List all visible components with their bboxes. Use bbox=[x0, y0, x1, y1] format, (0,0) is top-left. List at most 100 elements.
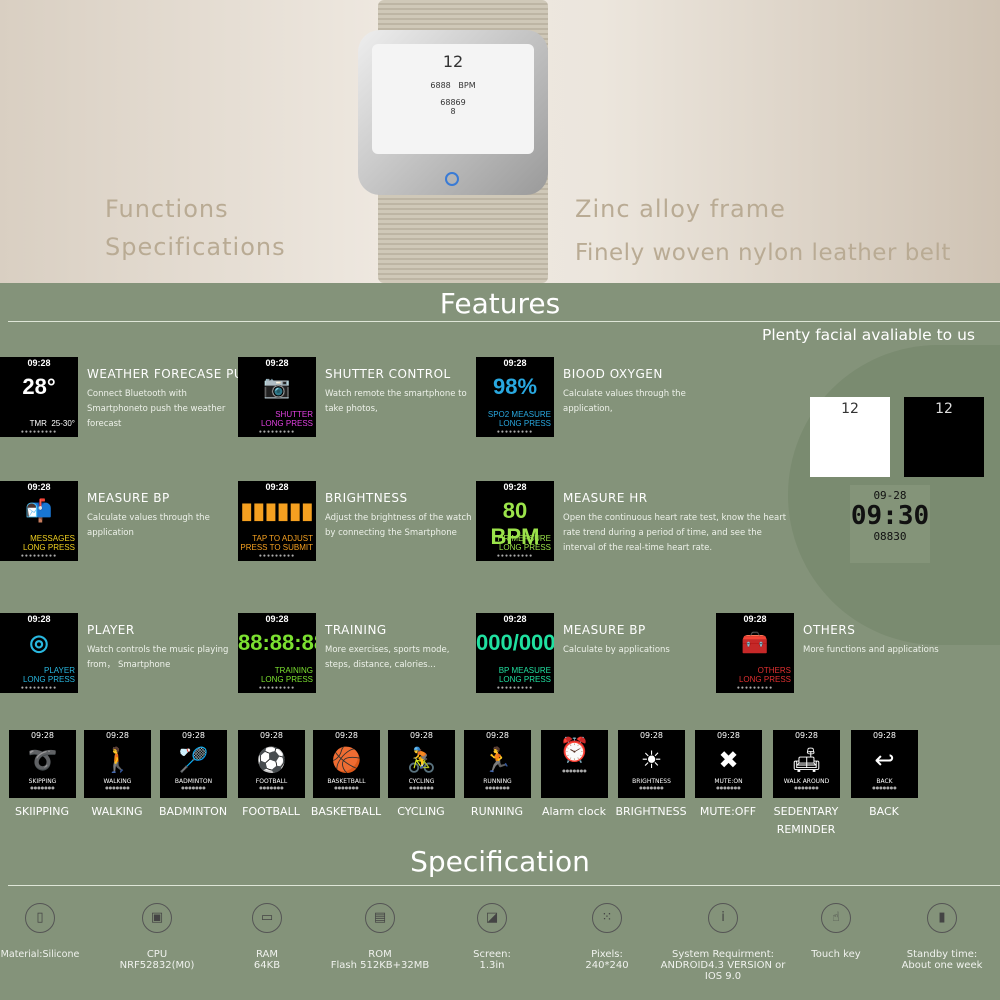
banner-text: Zinc alloy frame bbox=[575, 195, 786, 223]
facial-caption: Plenty facial avaliable to us bbox=[762, 326, 975, 344]
spec-text: Pixels: bbox=[591, 949, 623, 960]
sport-icon: ↩ bbox=[874, 746, 895, 774]
feature-description: Calculate values through the application bbox=[87, 513, 210, 538]
banner-text: Finely woven nylon leather belt bbox=[575, 240, 951, 266]
sport-label: MUTE:OFF bbox=[699, 805, 757, 818]
spec-text: Material:Silicone bbox=[0, 949, 80, 960]
feature-title: MEASURE BP bbox=[563, 623, 646, 637]
spec-item: ☝ Touch key bbox=[778, 903, 894, 960]
feature-description: Open the continuous heart rate test, kno… bbox=[563, 513, 787, 553]
sport-screen: ⏰ ●●●●●●● bbox=[541, 730, 608, 798]
sport-screen: 09:28 🚶 WALKING ●●●●●●● bbox=[84, 730, 151, 798]
rom-icon: ▤ bbox=[365, 903, 395, 933]
sport-label: RUNNING bbox=[470, 805, 524, 818]
spec-item: i System Requirment: ANDROID4.3 VERSION o… bbox=[658, 903, 788, 982]
sport-label: BADMINTON bbox=[158, 805, 228, 818]
banner-text: Functions bbox=[105, 195, 229, 223]
sport-icon: 🏸 bbox=[178, 746, 209, 774]
dial-sub: 8 bbox=[450, 107, 456, 116]
spec-text: About one week bbox=[901, 960, 983, 971]
pixels-icon: ⁙ bbox=[592, 903, 622, 933]
info-icon: i bbox=[708, 903, 738, 933]
battery-icon: ▮ bbox=[927, 903, 957, 933]
sport-screen: 09:28 ⚽ FOOTBALL ●●●●●●● bbox=[238, 730, 305, 798]
spec-text: ANDROID4.3 VERSION or bbox=[660, 960, 786, 971]
spec-item: ▤ ROM Flash 512KB+32MB bbox=[322, 903, 438, 971]
sport-screen: 09:28 🏸 BADMINTON ●●●●●●● bbox=[160, 730, 227, 798]
sport-label: WALKING bbox=[91, 805, 143, 818]
feature-description: More exercises, sports mode, steps, dist… bbox=[325, 645, 450, 670]
watch-button bbox=[445, 172, 459, 186]
feature-title: OTHERS bbox=[803, 623, 856, 637]
spec-text: 240*240 bbox=[585, 960, 629, 971]
banner-text: Specifications bbox=[105, 233, 286, 261]
spec-item: ▯ Material:Silicone bbox=[0, 903, 80, 960]
divider bbox=[8, 321, 1000, 322]
touch-icon: ☝ bbox=[821, 903, 851, 933]
sport-screen: 09:28 🛋 WALK AROUND ●●●●●●● bbox=[773, 730, 840, 798]
feature-screen: 09:28 98% SPO2 MEASURE LONG PRESS ●●●●●●… bbox=[476, 357, 554, 437]
feature-screen: 09:28 88:88:88 TRAINING LONG PRESS ●●●●●… bbox=[238, 613, 316, 693]
sport-label: SKIIPPING bbox=[15, 805, 69, 818]
divider bbox=[8, 885, 1000, 886]
feature-title: MEASURE HR bbox=[563, 491, 648, 505]
spec-text: 64KB bbox=[253, 960, 281, 971]
feature-description: Calculate by applications bbox=[563, 645, 670, 655]
spec-item: ▣ CPU NRF52832(M0) bbox=[99, 903, 215, 971]
sport-screen: 09:28 ☀ BRIGHTNESS ●●●●●●● bbox=[618, 730, 685, 798]
sport-label: SEDENTARY REMINDER bbox=[773, 805, 839, 836]
feature-screen: 09:28 ◎ PLAYER LONG PRESS ●●●●●●●●● bbox=[0, 613, 78, 693]
spec-text: Standby time: bbox=[906, 949, 978, 960]
feature-screen: 09:28 28° TMR 25-30° ●●●●●●●●● bbox=[0, 357, 78, 437]
sport-icon: 🚶 bbox=[102, 746, 133, 774]
sport-label: CYCLING bbox=[397, 805, 445, 818]
feature-title: SHUTTER CONTROL bbox=[325, 367, 451, 381]
feature-title: BIOOD OXYGEN bbox=[563, 367, 663, 381]
features-title: Features bbox=[439, 287, 561, 320]
dial-sub: BPM bbox=[458, 81, 476, 90]
feature-description: Watch controls the music playing from， S… bbox=[87, 645, 229, 670]
sport-icon: 🏀 bbox=[331, 746, 362, 774]
spec-text: NRF52832(M0) bbox=[119, 960, 195, 971]
watch-face-black: 12 bbox=[904, 397, 984, 477]
material-icon: ▯ bbox=[25, 903, 55, 933]
sport-icon: 🛋 bbox=[791, 746, 822, 774]
sport-icon: ⏰ bbox=[559, 736, 590, 764]
feature-title: MEASURE BP bbox=[87, 491, 170, 505]
sport-label: BASKETBALL bbox=[310, 805, 382, 818]
sport-label: Alarm clock bbox=[541, 805, 607, 818]
sport-screen: 09:28 🚴 CYCLING ●●●●●●● bbox=[388, 730, 455, 798]
feature-description: Watch remote the smartphone to take phot… bbox=[325, 389, 467, 414]
sport-label: FOOTBALL bbox=[242, 805, 300, 818]
spec-text: Flash 512KB+32MB bbox=[330, 960, 430, 971]
feature-screen: 09:28 ▮▮▮▮▮▮ TAP TO ADJUST LONG PRESS TO… bbox=[238, 481, 316, 561]
sport-label: BRIGHTNESS bbox=[615, 805, 687, 818]
feature-screen: 09:28 🧰 OTHERS LONG PRESS ●●●●●●●●● bbox=[716, 613, 794, 693]
feature-description: More functions and applications bbox=[803, 645, 939, 655]
sport-label: BACK bbox=[869, 805, 899, 818]
cpu-icon: ▣ bbox=[142, 903, 172, 933]
spec-text: Screen: bbox=[473, 949, 511, 960]
watch-image: 12 6888 BPM 68869 8 bbox=[358, 30, 548, 195]
watch-face-digital: 09-28 09:30 08830 bbox=[850, 485, 930, 563]
sport-icon: ☀ bbox=[640, 746, 663, 774]
spec-text: 1.3in bbox=[479, 960, 505, 971]
feature-title: BRIGHTNESS bbox=[325, 491, 408, 505]
sport-screen: 09:28 🏃 RUNNING ●●●●●●● bbox=[464, 730, 531, 798]
sport-screen: 09:28 🏀 BASKETBALL ●●●●●●● bbox=[313, 730, 380, 798]
spec-text: RAM bbox=[255, 949, 278, 960]
dial-sub: 6888 bbox=[430, 81, 451, 90]
feature-screen: 09:28 80 BPM HR MEASURE LONG PRESS ●●●●●… bbox=[476, 481, 554, 561]
ram-icon: ▭ bbox=[252, 903, 282, 933]
sport-screen: 09:28 ↩ BACK ●●●●●●● bbox=[851, 730, 918, 798]
feature-title: PLAYER bbox=[87, 623, 135, 637]
sport-icon: ➰ bbox=[27, 746, 58, 774]
feature-title: WEATHER FORECASE PUSH bbox=[87, 367, 261, 381]
dial-number: 12 bbox=[442, 52, 464, 71]
product-banner: 12 6888 BPM 68869 8 Functions Specificat… bbox=[0, 0, 1000, 283]
specification-title: Specification bbox=[410, 845, 590, 878]
watch-dial: 12 6888 BPM 68869 8 bbox=[372, 44, 534, 154]
sport-icon: 🚴 bbox=[406, 746, 437, 774]
spec-item: ▭ RAM 64KB bbox=[209, 903, 325, 971]
dial-sub: 68869 bbox=[440, 98, 466, 107]
